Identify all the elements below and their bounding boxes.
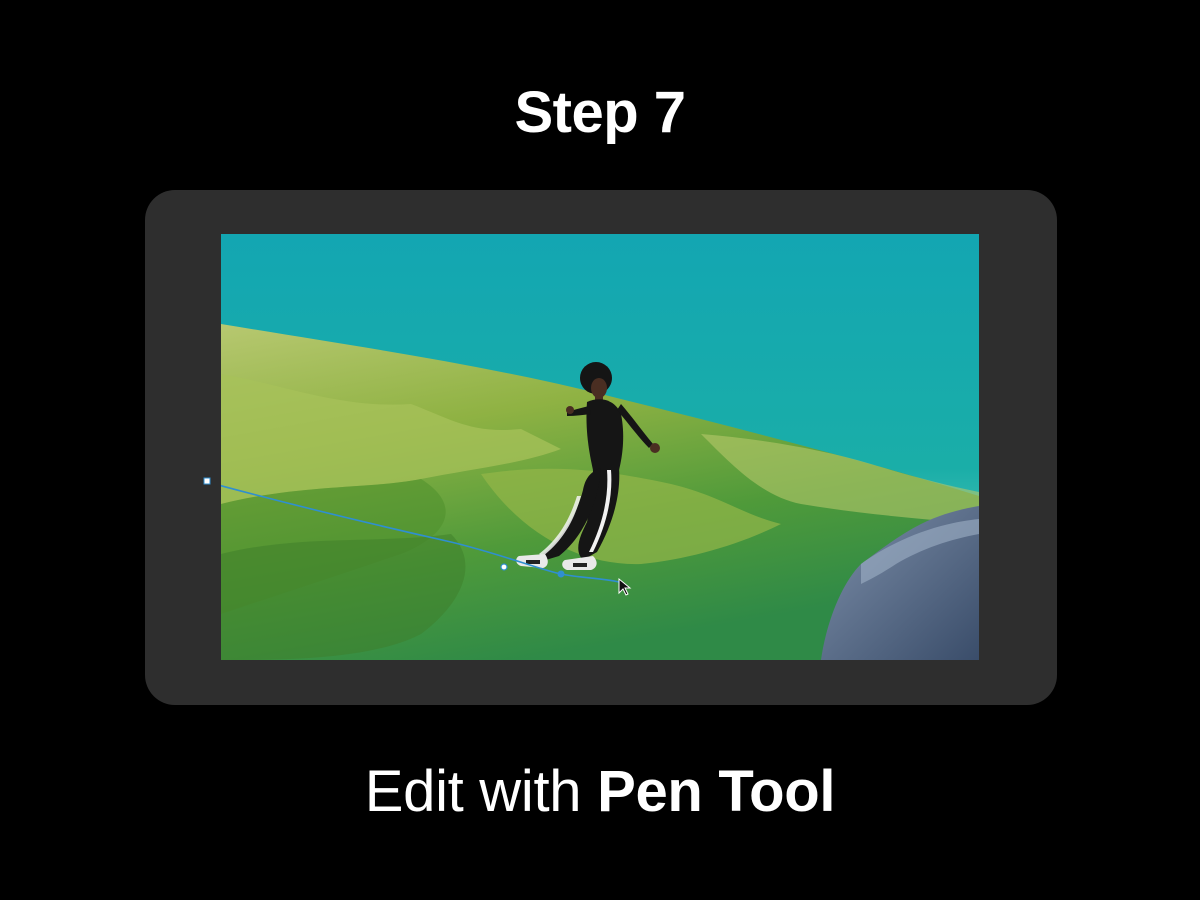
path-anchor-point[interactable]	[500, 563, 508, 571]
step-caption: Edit with Pen Tool	[0, 757, 1200, 827]
path-anchor-handle[interactable]	[203, 477, 211, 485]
caption-emphasis: Pen Tool	[597, 759, 836, 824]
photo-canvas[interactable]	[203, 234, 979, 660]
caption-prefix: Edit with	[364, 759, 598, 824]
step-title: Step 7	[514, 80, 686, 145]
path-anchor-point-selected[interactable]	[557, 570, 565, 578]
canvas-image	[203, 234, 979, 660]
